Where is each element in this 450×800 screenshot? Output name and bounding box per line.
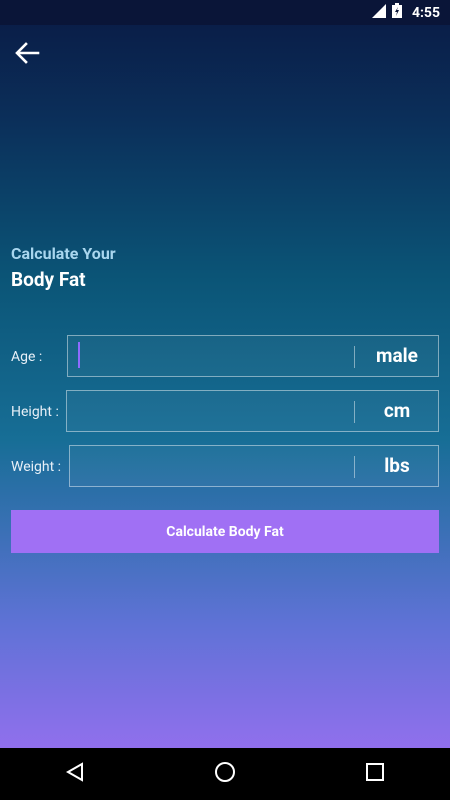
age-label: Age : (11, 349, 43, 365)
page-subtitle: Calculate Your (11, 244, 116, 263)
status-bar: 4:55 (0, 0, 450, 25)
weight-unit-toggle[interactable]: lbs (356, 446, 438, 486)
back-button[interactable] (10, 38, 44, 72)
calculate-button[interactable]: Calculate Body Fat (11, 510, 439, 553)
page-title: Body Fat (11, 268, 86, 291)
field-divider (354, 346, 355, 368)
nav-recents-button[interactable] (345, 748, 405, 800)
battery-icon (391, 3, 402, 22)
arrow-left-icon (14, 40, 40, 70)
nav-back-button[interactable] (45, 748, 105, 800)
square-recents-icon (366, 763, 384, 785)
triangle-back-icon (65, 762, 85, 786)
field-divider (354, 456, 355, 478)
field-divider (354, 401, 355, 423)
circle-home-icon (214, 761, 236, 787)
nav-home-button[interactable] (195, 748, 255, 800)
age-field[interactable]: male (67, 335, 439, 377)
height-unit-toggle[interactable]: cm (356, 391, 438, 431)
text-cursor (78, 342, 80, 368)
status-time: 4:55 (411, 4, 440, 21)
navigation-bar (0, 748, 450, 800)
signal-icon (371, 3, 386, 22)
height-label: Height : (11, 404, 59, 420)
weight-label: Weight : (11, 459, 62, 475)
gender-unit-toggle[interactable]: male (356, 336, 438, 376)
weight-field[interactable]: lbs (69, 445, 439, 487)
height-field[interactable]: cm (66, 390, 439, 432)
